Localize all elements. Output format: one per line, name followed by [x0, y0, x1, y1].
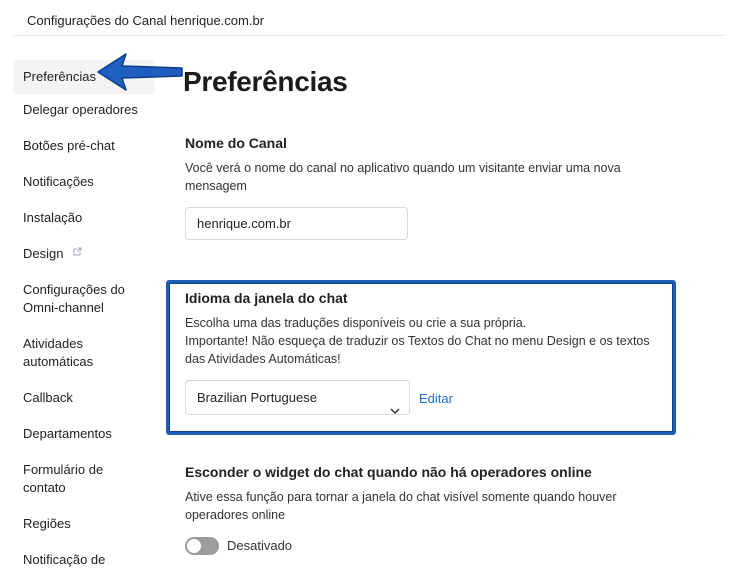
hide-widget-title: Esconder o widget do chat quando não há … [185, 464, 592, 480]
sidebar-item-label: Formulário de [23, 462, 104, 477]
page-title: Preferências [183, 66, 348, 97]
description-line: Você verá o nome do canal no aplicativo … [185, 161, 621, 175]
sidebar-item-label-line2: Omni-channel [23, 300, 104, 315]
highlight-box [166, 280, 676, 435]
external-link-icon [73, 245, 82, 263]
sidebar-item-label: Atividades [23, 336, 83, 351]
channel-name-description: Você verá o nome do canal no aplicativo … [185, 159, 621, 195]
sidebar-item-label: Delegar operadores [23, 102, 138, 117]
top-bar: Configurações do Canal henrique.com.br [13, 0, 725, 36]
sidebar-item-notificacoes[interactable]: Notificações [13, 173, 155, 191]
page-header-title: Configurações do Canal henrique.com.br [27, 13, 265, 28]
sidebar-item-callback[interactable]: Callback [13, 389, 155, 407]
toggle-knob [187, 539, 201, 553]
sidebar-item-label: Preferências [23, 69, 96, 84]
sidebar-item-label: Instalação [23, 210, 83, 225]
description-line: mensagem [185, 179, 247, 193]
hide-widget-status: Desativado [227, 538, 293, 553]
sidebar-item-label: Notificação de [23, 552, 106, 567]
sidebar-item-label: Regiões [23, 516, 71, 531]
sidebar-item-label: Design [23, 246, 64, 261]
hide-widget-toggle[interactable] [185, 537, 219, 555]
sidebar-item-label: Notificações [23, 174, 94, 189]
sidebar-item-delegar-operadores[interactable]: Delegar operadores [13, 101, 155, 119]
channel-name-input[interactable]: henrique.com.br [185, 207, 408, 240]
sidebar-item-label: Callback [23, 390, 73, 405]
sidebar-item-label-line2: contato [23, 480, 66, 495]
pointer-arrow-icon [97, 53, 183, 91]
description-line: Ative essa função para tornar a janela d… [185, 490, 617, 504]
hide-widget-description: Ative essa função para tornar a janela d… [185, 488, 617, 524]
description-line: operadores online [185, 508, 286, 522]
sidebar-item-regioes[interactable]: Regiões [13, 515, 155, 533]
sidebar-item-label: Botões pré-chat [23, 138, 115, 153]
sidebar-item-label: Departamentos [23, 426, 112, 441]
sidebar-item-label: Configurações do [23, 282, 125, 297]
sidebar-item-notificacao-de[interactable]: Notificação de [13, 551, 155, 569]
sidebar-item-atividades-automaticas[interactable]: Atividades automáticas [13, 335, 155, 371]
channel-name-title: Nome do Canal [185, 135, 287, 151]
sidebar-item-formulario-de-contato[interactable]: Formulário de contato [13, 461, 155, 497]
sidebar-item-omni-channel[interactable]: Configurações do Omni-channel [13, 281, 155, 317]
sidebar-item-instalacao[interactable]: Instalação [13, 209, 155, 227]
sidebar-item-label-line2: automáticas [23, 354, 94, 369]
sidebar-item-design[interactable]: Design [13, 245, 155, 263]
sidebar-item-botoes-pre-chat[interactable]: Botões pré-chat [13, 137, 155, 155]
sidebar-item-departamentos[interactable]: Departamentos [13, 425, 155, 443]
